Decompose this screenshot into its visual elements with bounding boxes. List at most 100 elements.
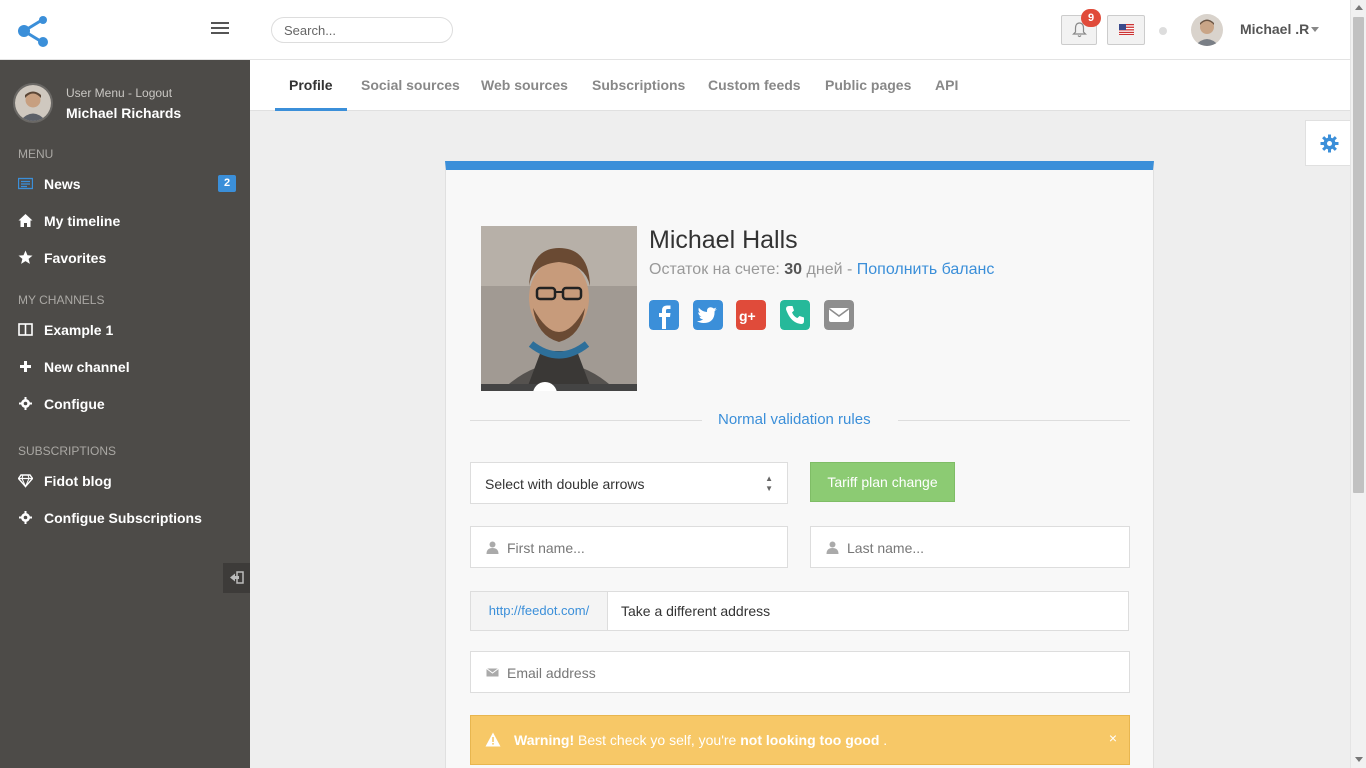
tariff-plan-change-button[interactable]: Tariff plan change (810, 462, 955, 502)
svg-text:g+: g+ (739, 308, 756, 324)
sign-out-icon (230, 571, 244, 584)
user-menu-name[interactable]: Michael .R (1240, 21, 1309, 37)
star-icon (18, 250, 33, 264)
divider-line-right (898, 420, 1130, 421)
settings-button[interactable] (1305, 120, 1350, 166)
sidebar-item-label: Favorites (44, 250, 107, 266)
tab-public-pages[interactable]: Public pages (811, 60, 925, 111)
gear-icon (1320, 134, 1339, 153)
topup-balance-link[interactable]: Пополнить баланс (857, 261, 995, 278)
sidebar-item-my-timeline[interactable]: My timeline (0, 205, 250, 237)
balance-prefix: Остаток на счете: (649, 261, 780, 278)
diamond-icon (18, 474, 33, 488)
avatar[interactable] (1191, 14, 1223, 46)
facebook-icon[interactable] (649, 300, 679, 330)
sidebar-item-favorites[interactable]: Favorites (0, 242, 250, 274)
warning-tail: . (879, 732, 888, 748)
profile-name: Michael Halls (649, 226, 798, 254)
envelope-icon (486, 668, 499, 677)
sidebar-item-label: Fidot blog (44, 473, 112, 489)
sidebar-collapse-button[interactable] (223, 563, 250, 593)
plus-icon (20, 361, 31, 372)
sidebar-item-configue-subscriptions[interactable]: Configue Subscriptions (0, 502, 250, 534)
search-input[interactable] (271, 17, 453, 43)
home-icon (18, 214, 33, 227)
user-icon (486, 541, 499, 554)
menu-toggle-icon[interactable] (211, 22, 229, 36)
balance-suffix: дней - (806, 261, 853, 278)
sidebar-item-configue[interactable]: Configue (0, 388, 250, 420)
tab-social-sources[interactable]: Social sources (347, 60, 474, 111)
warning-text: Best check yo self, you're (574, 732, 741, 748)
twitter-icon[interactable] (693, 300, 723, 330)
warning-icon (485, 732, 501, 747)
news-count-badge: 2 (218, 175, 236, 192)
sidebar-item-news[interactable]: News 2 (0, 168, 250, 200)
sort-arrows-icon: ▲ ▼ (765, 474, 773, 493)
language-button[interactable] (1107, 15, 1145, 45)
email-field[interactable]: Email address (470, 651, 1130, 693)
sidebar-item-label: Example 1 (44, 322, 114, 338)
url-prefix-addon: http://feedot.com/ (471, 592, 608, 630)
user-menu-logout-link[interactable]: User Menu - Logout (66, 86, 172, 100)
divider-line-left (470, 420, 702, 421)
close-icon[interactable]: × (1109, 730, 1117, 746)
scroll-down-icon[interactable] (1355, 757, 1363, 762)
columns-icon (18, 323, 33, 336)
select-value: Select with double arrows (485, 476, 645, 492)
sidebar-item-label: News (44, 176, 81, 192)
gear-icon (19, 511, 32, 524)
first-name-field[interactable]: First name... (470, 526, 788, 568)
sidebar: User Menu - Logout Michael Richards MENU… (0, 60, 250, 768)
section-heading-menu: MENU (18, 147, 54, 161)
sidebar-item-example-1[interactable]: Example 1 (0, 314, 250, 346)
address-field[interactable]: http://feedot.com/ Take a different addr… (470, 591, 1129, 631)
top-bar: 9 Michael .R (0, 0, 1366, 60)
section-title: Normal validation rules (718, 411, 871, 428)
chevron-down-icon[interactable] (1311, 27, 1319, 32)
profile-card: Michael Halls Остаток на счете: 30 дней … (445, 161, 1154, 768)
google-plus-icon[interactable]: g+ (736, 300, 766, 330)
user-icon (826, 541, 839, 554)
status-dot (1159, 27, 1167, 35)
warning-bold-end: not looking too good (740, 732, 880, 748)
profile-photo[interactable] (481, 226, 637, 391)
notifications-badge: 9 (1081, 9, 1101, 27)
sidebar-username: Michael Richards (66, 105, 182, 121)
tab-api[interactable]: API (921, 60, 972, 111)
warning-message: Warning! Best check yo self, you're not … (514, 732, 887, 748)
us-flag-icon (1119, 24, 1134, 35)
last-name-placeholder: Last name... (847, 540, 925, 556)
profile-tabs: Profile Social sources Web sources Subsc… (250, 60, 1350, 111)
sidebar-item-fidot-blog[interactable]: Fidot blog (0, 465, 250, 497)
last-name-field[interactable]: Last name... (810, 526, 1130, 568)
sidebar-item-label: New channel (44, 359, 130, 375)
phone-icon[interactable] (780, 300, 810, 330)
address-value: Take a different address (621, 603, 771, 619)
sidebar-item-label: Configue (44, 396, 105, 412)
sidebar-item-label: My timeline (44, 213, 121, 229)
email-placeholder: Email address (507, 665, 596, 681)
gear-icon (19, 397, 32, 410)
first-name-placeholder: First name... (507, 540, 585, 556)
avatar[interactable] (13, 83, 53, 123)
tab-custom-feeds[interactable]: Custom feeds (694, 60, 815, 111)
section-heading-my-channels: MY CHANNELS (18, 293, 105, 307)
sidebar-item-label: Configue Subscriptions (44, 510, 202, 526)
double-arrow-select[interactable]: Select with double arrows ▲ ▼ (470, 462, 788, 504)
tab-subscriptions[interactable]: Subscriptions (578, 60, 699, 111)
scroll-up-icon[interactable] (1355, 5, 1363, 10)
balance-text: Остаток на счете: 30 дней - Пополнить ба… (649, 261, 994, 279)
tab-profile[interactable]: Profile (275, 60, 347, 111)
app-logo-icon[interactable] (16, 14, 50, 48)
email-icon[interactable] (824, 300, 854, 330)
newspaper-icon (18, 177, 33, 190)
scroll-thumb[interactable] (1353, 17, 1364, 493)
tab-web-sources[interactable]: Web sources (467, 60, 582, 111)
warning-strong: Warning! (514, 732, 575, 748)
scrollbar[interactable] (1350, 0, 1366, 768)
balance-days: 30 (784, 261, 803, 278)
section-heading-subscriptions: SUBSCRIPTIONS (18, 444, 117, 458)
sidebar-item-new-channel[interactable]: New channel (0, 351, 250, 383)
warning-alert: Warning! Best check yo self, you're not … (470, 715, 1130, 765)
